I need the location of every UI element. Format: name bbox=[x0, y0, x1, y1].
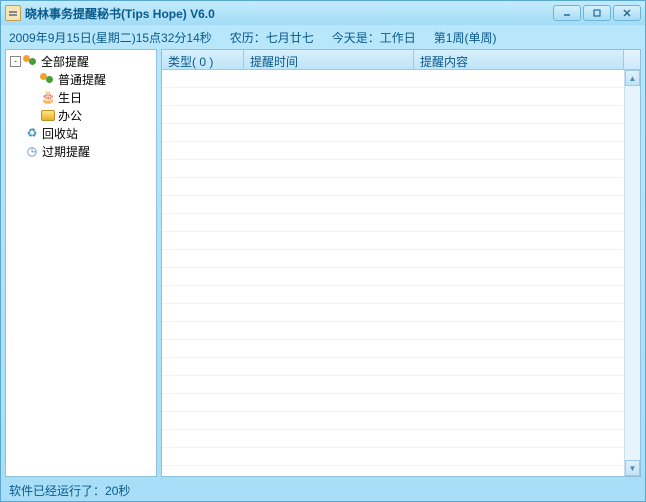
status-bar: 软件已经运行了： 20秒 bbox=[1, 479, 645, 501]
today-label: 今天是：工作日 bbox=[332, 29, 416, 46]
tree-item-office[interactable]: 办公 bbox=[6, 106, 156, 124]
table-header: 类型( 0 ) 提醒时间 提醒内容 bbox=[162, 50, 640, 70]
tree-item-recycle[interactable]: ♻ 回收站 bbox=[6, 124, 156, 142]
content-area: - 全部提醒 普通提醒 🎂 生日 办公 ♻ 回收站 ◷ 过期 bbox=[1, 49, 645, 479]
table-row bbox=[162, 70, 624, 88]
tree-item-normal[interactable]: 普通提醒 bbox=[6, 70, 156, 88]
info-bar: 2009年9月15日(星期二)15点32分14秒 农历：七月廿七 今天是：工作日… bbox=[1, 25, 645, 49]
table-row bbox=[162, 142, 624, 160]
tree-label: 生日 bbox=[58, 89, 82, 106]
tree-label: 普通提醒 bbox=[58, 71, 106, 88]
maximize-button[interactable] bbox=[583, 5, 611, 21]
header-scroll-spacer bbox=[624, 50, 640, 70]
app-window: 晓林事务提醒秘书(Tips Hope) V6.0 2009年9月15日(星期二)… bbox=[0, 0, 646, 502]
table-rows bbox=[162, 70, 624, 476]
table-row bbox=[162, 430, 624, 448]
app-icon bbox=[5, 5, 21, 21]
table-row bbox=[162, 214, 624, 232]
column-type[interactable]: 类型( 0 ) bbox=[162, 50, 244, 70]
minimize-icon bbox=[562, 8, 572, 18]
recycle-icon: ♻ bbox=[24, 125, 40, 141]
tree-label: 全部提醒 bbox=[41, 53, 89, 70]
table-row bbox=[162, 358, 624, 376]
tree-item-birthday[interactable]: 🎂 生日 bbox=[6, 88, 156, 106]
close-button[interactable] bbox=[613, 5, 641, 21]
tree-item-expired[interactable]: ◷ 过期提醒 bbox=[6, 142, 156, 160]
tree-label: 回收站 bbox=[42, 125, 78, 142]
datetime-label: 2009年9月15日(星期二)15点32分14秒 bbox=[9, 29, 212, 46]
table-panel: 类型( 0 ) 提醒时间 提醒内容 bbox=[161, 49, 641, 477]
table-row bbox=[162, 178, 624, 196]
table-row bbox=[162, 322, 624, 340]
vertical-scrollbar[interactable]: ▲ ▼ bbox=[624, 70, 640, 476]
status-value: 20秒 bbox=[105, 482, 130, 499]
column-content[interactable]: 提醒内容 bbox=[414, 50, 624, 70]
cake-icon: 🎂 bbox=[40, 89, 56, 105]
title-bar[interactable]: 晓林事务提醒秘书(Tips Hope) V6.0 bbox=[1, 1, 645, 25]
table-row bbox=[162, 124, 624, 142]
table-row bbox=[162, 106, 624, 124]
window-controls bbox=[553, 5, 641, 21]
table-row bbox=[162, 340, 624, 358]
table-body[interactable]: ▲ ▼ bbox=[162, 70, 640, 476]
maximize-icon bbox=[592, 8, 602, 18]
table-row bbox=[162, 412, 624, 430]
table-row bbox=[162, 268, 624, 286]
scroll-down-button[interactable]: ▼ bbox=[625, 460, 640, 476]
expired-icon: ◷ bbox=[24, 143, 40, 159]
table-row bbox=[162, 394, 624, 412]
scroll-up-button[interactable]: ▲ bbox=[625, 70, 640, 86]
folder-icon bbox=[40, 107, 56, 123]
table-row bbox=[162, 376, 624, 394]
table-row bbox=[162, 250, 624, 268]
table-row bbox=[162, 304, 624, 322]
table-row bbox=[162, 160, 624, 178]
table-row bbox=[162, 448, 624, 466]
table-row bbox=[162, 196, 624, 214]
people-icon bbox=[23, 53, 39, 69]
tree-label: 办公 bbox=[58, 107, 82, 124]
close-icon bbox=[622, 8, 632, 18]
tree-root-all-reminders[interactable]: - 全部提醒 bbox=[6, 52, 156, 70]
tree-label: 过期提醒 bbox=[42, 143, 90, 160]
week-label: 第1周(单周) bbox=[434, 29, 497, 46]
tree-panel[interactable]: - 全部提醒 普通提醒 🎂 生日 办公 ♻ 回收站 ◷ 过期 bbox=[5, 49, 157, 477]
table-row bbox=[162, 286, 624, 304]
table-row bbox=[162, 88, 624, 106]
collapse-icon[interactable]: - bbox=[10, 56, 21, 67]
minimize-button[interactable] bbox=[553, 5, 581, 21]
column-time[interactable]: 提醒时间 bbox=[244, 50, 414, 70]
window-title: 晓林事务提醒秘书(Tips Hope) V6.0 bbox=[25, 5, 553, 22]
people-icon bbox=[40, 71, 56, 87]
table-row bbox=[162, 232, 624, 250]
status-label: 软件已经运行了： bbox=[9, 482, 105, 499]
lunar-label: 农历：七月廿七 bbox=[230, 29, 314, 46]
